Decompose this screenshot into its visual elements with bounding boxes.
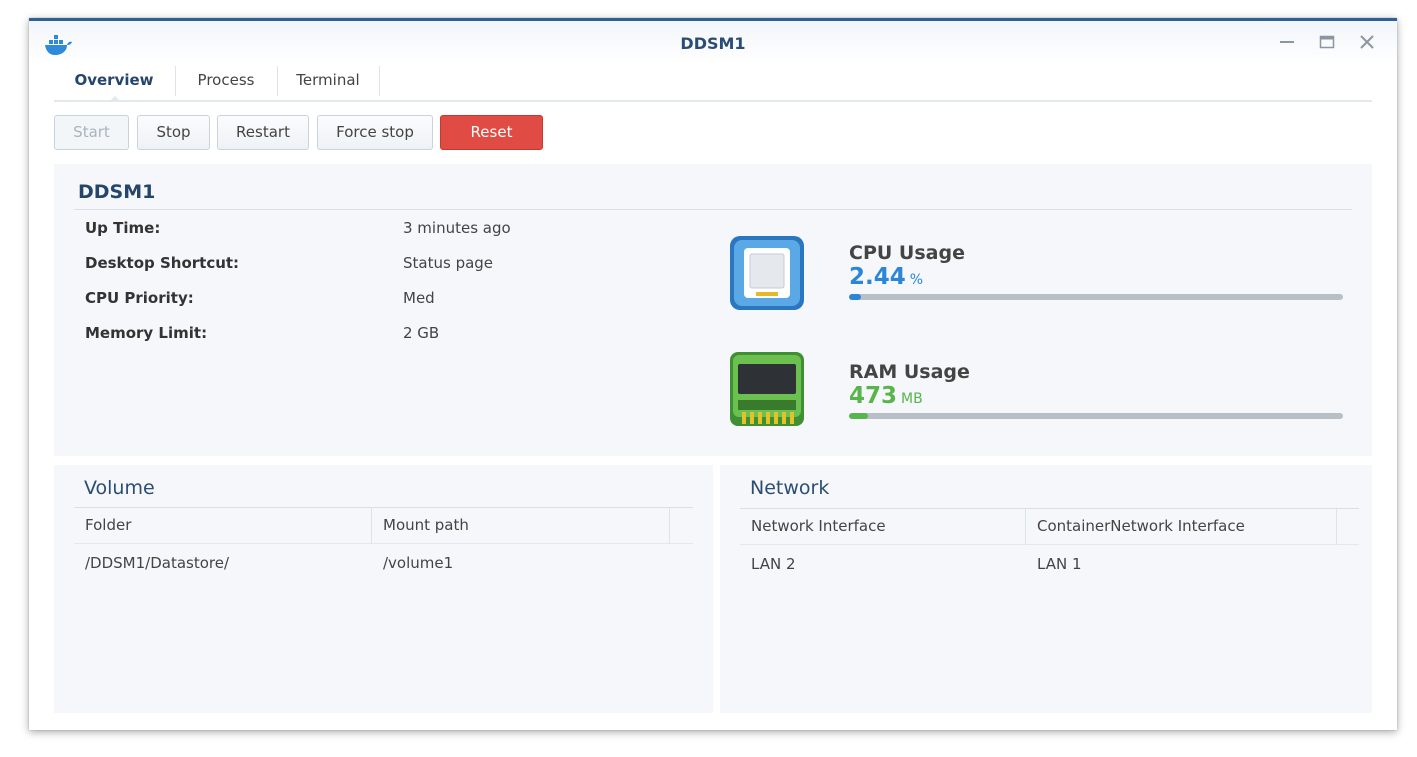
table-cell-folder: /DDSM1/Datastore/ [85, 554, 230, 572]
cpu-chip-icon [728, 234, 806, 312]
volume-title: Volume [84, 477, 155, 499]
info-label: Memory Limit: [85, 324, 208, 342]
divider [74, 209, 1352, 210]
column-header-folder[interactable]: Folder [74, 508, 372, 544]
window-title: DDSM1 [680, 34, 746, 53]
info-label: Up Time: [85, 219, 161, 237]
cpu-usage-unit: % [909, 272, 924, 288]
cpu-usage-value: 2.44% [849, 264, 923, 290]
restart-button[interactable]: Restart [217, 115, 309, 150]
ram-usage-bar-fill [849, 413, 868, 419]
table-header: Folder Mount path [74, 507, 693, 544]
tab-terminal[interactable]: Terminal [278, 62, 378, 100]
column-header-mount-path[interactable]: Mount path [372, 508, 670, 544]
info-value: 3 minutes ago [403, 219, 511, 237]
info-label: CPU Priority: [85, 289, 194, 307]
cpu-usage-bar-fill [849, 294, 862, 300]
container-detail-window: DDSM1 Overview Process Terminal Start St… [29, 18, 1397, 730]
table-cell-container-network-interface: LAN 1 [1037, 555, 1082, 573]
close-icon[interactable] [1356, 31, 1378, 53]
start-button[interactable]: Start [54, 115, 129, 150]
info-value: Med [403, 289, 435, 307]
column-header-network-interface[interactable]: Network Interface [740, 509, 1026, 545]
cpu-usage-title: CPU Usage [849, 242, 965, 264]
overview-panel: DDSM1 Up Time: 3 minutes ago Desktop Sho… [54, 164, 1372, 456]
network-title: Network [750, 477, 830, 499]
tab-process[interactable]: Process [176, 62, 276, 100]
tab-overview[interactable]: Overview [54, 62, 174, 100]
reset-button[interactable]: Reset [440, 115, 543, 150]
active-tab-indicator [109, 96, 121, 102]
table-cell-mount-path: /volume1 [383, 554, 454, 572]
container-name: DDSM1 [78, 181, 156, 203]
window-titlebar[interactable]: DDSM1 [29, 21, 1397, 65]
stop-button[interactable]: Stop [137, 115, 210, 150]
ram-usage-value: 473 MB [849, 383, 923, 409]
tab-divider [379, 66, 380, 96]
info-value: Status page [403, 254, 494, 272]
column-header-container-network-interface[interactable]: ContainerNetwork Interface [1026, 509, 1337, 545]
ram-usage-number: 473 [849, 383, 898, 409]
table-cell-network-interface: LAN 2 [751, 555, 796, 573]
ram-usage-unit: MB [901, 391, 923, 407]
cpu-usage-bar [849, 294, 1343, 300]
volume-panel: Volume Folder Mount path /DDSM1/Datastor… [54, 465, 713, 713]
cpu-usage-number: 2.44 [849, 264, 906, 290]
tab-bar: Overview Process Terminal [54, 62, 1372, 102]
info-value: 2 GB [403, 324, 440, 342]
ram-usage-bar [849, 413, 1343, 419]
force-stop-button[interactable]: Force stop [317, 115, 433, 150]
minimize-icon[interactable] [1276, 31, 1298, 53]
maximize-icon[interactable] [1316, 31, 1338, 53]
network-panel: Network Network Interface ContainerNetwo… [720, 465, 1372, 713]
ram-module-icon [728, 350, 806, 428]
table-header: Network Interface ContainerNetwork Inter… [740, 508, 1359, 545]
info-label: Desktop Shortcut: [85, 254, 240, 272]
ram-usage-title: RAM Usage [849, 361, 970, 383]
